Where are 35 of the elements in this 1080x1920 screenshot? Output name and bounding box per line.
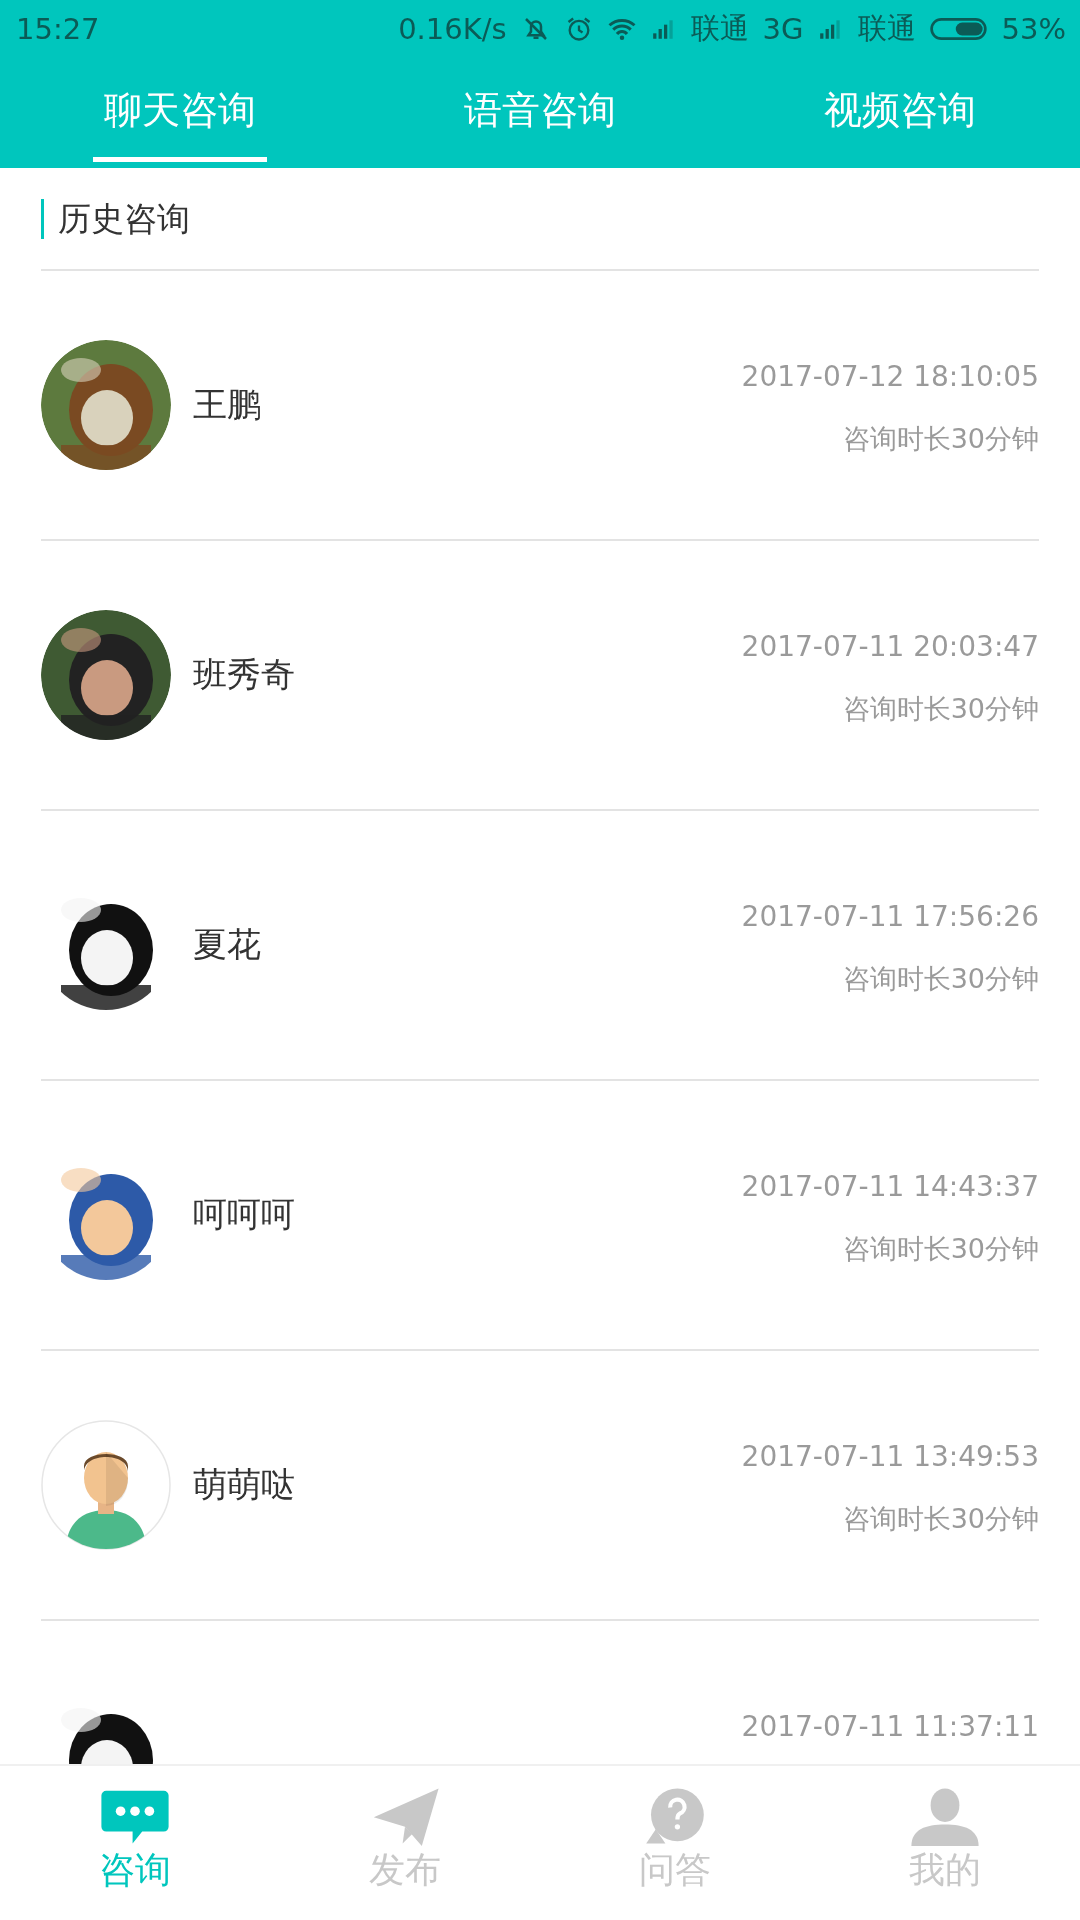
user-name: 呵呵呵	[193, 1193, 296, 1236]
person-icon	[909, 1786, 981, 1846]
consult-time: 2017-07-11 11:37:11	[741, 1709, 1039, 1745]
tab-label: 咨询	[99, 1850, 171, 1890]
consult-time: 2017-07-11 20:03:47	[741, 629, 1039, 665]
consult-tab[interactable]: 语音咨询	[360, 58, 720, 168]
carrier-name: 联通	[690, 10, 749, 47]
network-type: 3G	[762, 12, 804, 46]
consult-time: 2017-07-11 13:49:53	[741, 1439, 1039, 1475]
user-name: 萌萌哒	[193, 1463, 296, 1506]
consult-tab[interactable]: 视频咨询	[720, 58, 1080, 168]
consult-duration: 咨询时长30分钟	[841, 1232, 1039, 1266]
battery-level: 53%	[1001, 12, 1066, 46]
consultation-item[interactable]: 萌萌哒 2017-07-11 13:49:53 咨询时长30分钟	[41, 1351, 1039, 1621]
avatar-icon	[41, 1420, 171, 1550]
network-speed: 0.16K/s	[398, 12, 507, 46]
user-name: 夏花	[193, 923, 262, 966]
consultation-item[interactable]: 夏花 2017-07-11 17:56:26 咨询时长30分钟	[41, 811, 1039, 1081]
section-title: 历史咨询	[41, 198, 190, 239]
user-name: 班秀奇	[193, 653, 296, 696]
user-name: 王鹏	[193, 383, 262, 426]
carrier-name: 联通	[857, 10, 916, 47]
clock-time: 15:27	[16, 12, 100, 46]
consult-duration: 咨询时长30分钟	[841, 422, 1039, 456]
consult-time: 2017-07-11 14:43:37	[741, 1169, 1039, 1205]
nav-tab[interactable]: 咨询	[0, 1766, 270, 1920]
consult-duration: 咨询时长30分钟	[841, 1502, 1039, 1536]
consult-duration: 咨询时长30分钟	[841, 692, 1039, 726]
consult-duration: 咨询时长30分钟	[841, 962, 1039, 996]
consultation-item[interactable]: 王鹏 2017-07-12 18:10:05 咨询时长30分钟	[41, 271, 1039, 541]
consultation-item[interactable]: 呵呵呵 2017-07-11 14:43:37 咨询时长30分钟	[41, 1081, 1039, 1351]
consultation-item[interactable]: 班秀奇 2017-07-11 20:03:47 咨询时长30分钟	[41, 541, 1039, 811]
consult-time: 2017-07-12 18:10:05	[741, 359, 1039, 395]
consult-time: 2017-07-11 17:56:26	[741, 899, 1039, 935]
battery-icon	[929, 16, 988, 42]
